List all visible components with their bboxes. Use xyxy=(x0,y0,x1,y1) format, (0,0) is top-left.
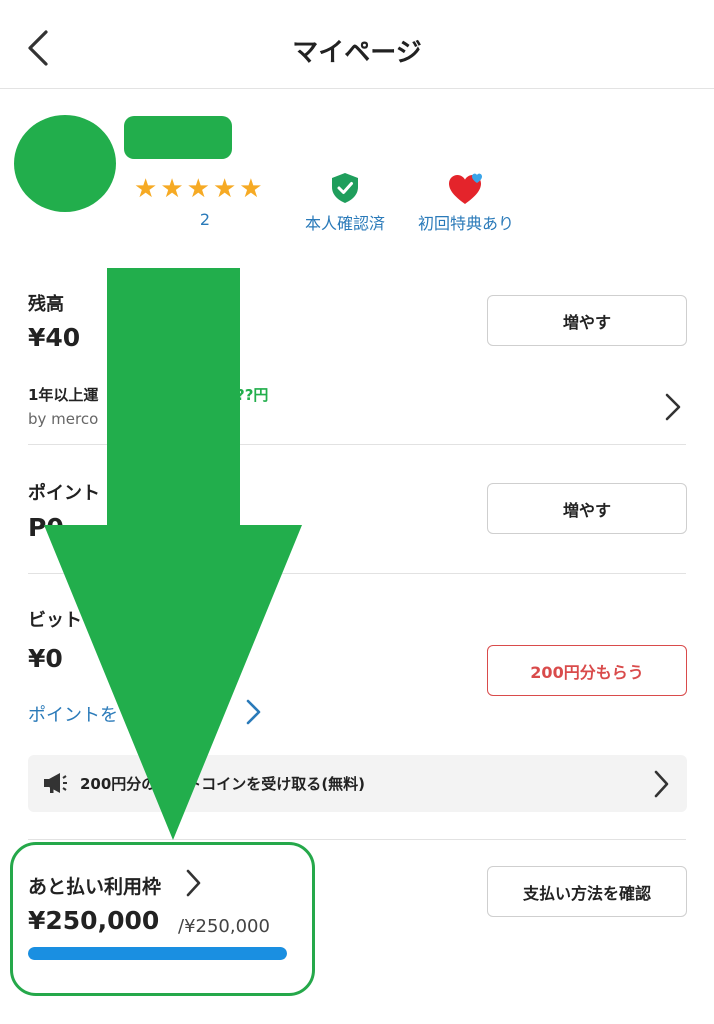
chevron-right-icon xyxy=(654,770,669,798)
verified-label[interactable]: 本人確認済 xyxy=(290,210,400,234)
bitcoin-promo-banner[interactable]: 200円分のビットコインを受け取る(無料) xyxy=(28,755,687,812)
promo-sub: by merco xyxy=(28,410,99,428)
avatar[interactable] xyxy=(14,115,116,212)
chevron-right-icon[interactable] xyxy=(242,698,264,726)
banner-text: 200円分のビットコインを受け取る(無料) xyxy=(80,775,366,793)
points-amount: P0 xyxy=(28,513,64,542)
divider xyxy=(28,573,686,574)
star-icon: ★ xyxy=(186,174,210,204)
get-bitcoin-button[interactable]: 200円分もらう xyxy=(487,645,687,696)
page-title: マイページ xyxy=(292,38,422,68)
star-icon: ★ xyxy=(239,174,263,204)
bitcoin-amount: ¥0 xyxy=(28,644,63,673)
star-icon: ★ xyxy=(212,174,237,204)
points-label: ポイント xyxy=(28,483,100,504)
balance-increase-button[interactable]: 増やす xyxy=(487,295,687,346)
shield-check-icon xyxy=(332,173,358,203)
rating-count[interactable]: 2 xyxy=(140,210,270,229)
divider xyxy=(28,444,686,445)
check-payment-method-button[interactable]: 支払い方法を確認 xyxy=(487,866,687,917)
promo-highlight[interactable]: ??円 xyxy=(236,384,268,405)
star-icon: ★ xyxy=(134,174,158,204)
points-to-bitcoin-link[interactable]: ポイントを xyxy=(28,701,118,727)
balance-amount: ¥40 xyxy=(28,323,81,352)
star-icon: ★ xyxy=(160,174,184,204)
first-time-benefit-label[interactable]: 初回特典あり xyxy=(404,210,528,234)
promo-text[interactable]: 1年以上運 xyxy=(28,384,98,405)
points-to-bitcoin-link-end[interactable]: う xyxy=(204,701,222,727)
megaphone-icon xyxy=(44,773,67,793)
highlight-ring xyxy=(10,842,315,996)
points-increase-button[interactable]: 増やす xyxy=(487,483,687,534)
bitcoin-label: ビット xyxy=(28,610,82,631)
balance-label: 残高 xyxy=(28,294,64,315)
chevron-right-icon[interactable] xyxy=(660,392,684,422)
username-redacted xyxy=(124,116,232,159)
header: マイページ xyxy=(0,0,714,89)
my-page: マイページ ★ ★ ★ ★ ★ 2 本人確認済 初回特典あり 残高 ¥40 増や… xyxy=(0,0,714,1024)
divider xyxy=(28,839,686,840)
heart-icon xyxy=(449,173,482,204)
rating-stars[interactable]: ★ ★ ★ ★ ★ xyxy=(134,174,263,204)
